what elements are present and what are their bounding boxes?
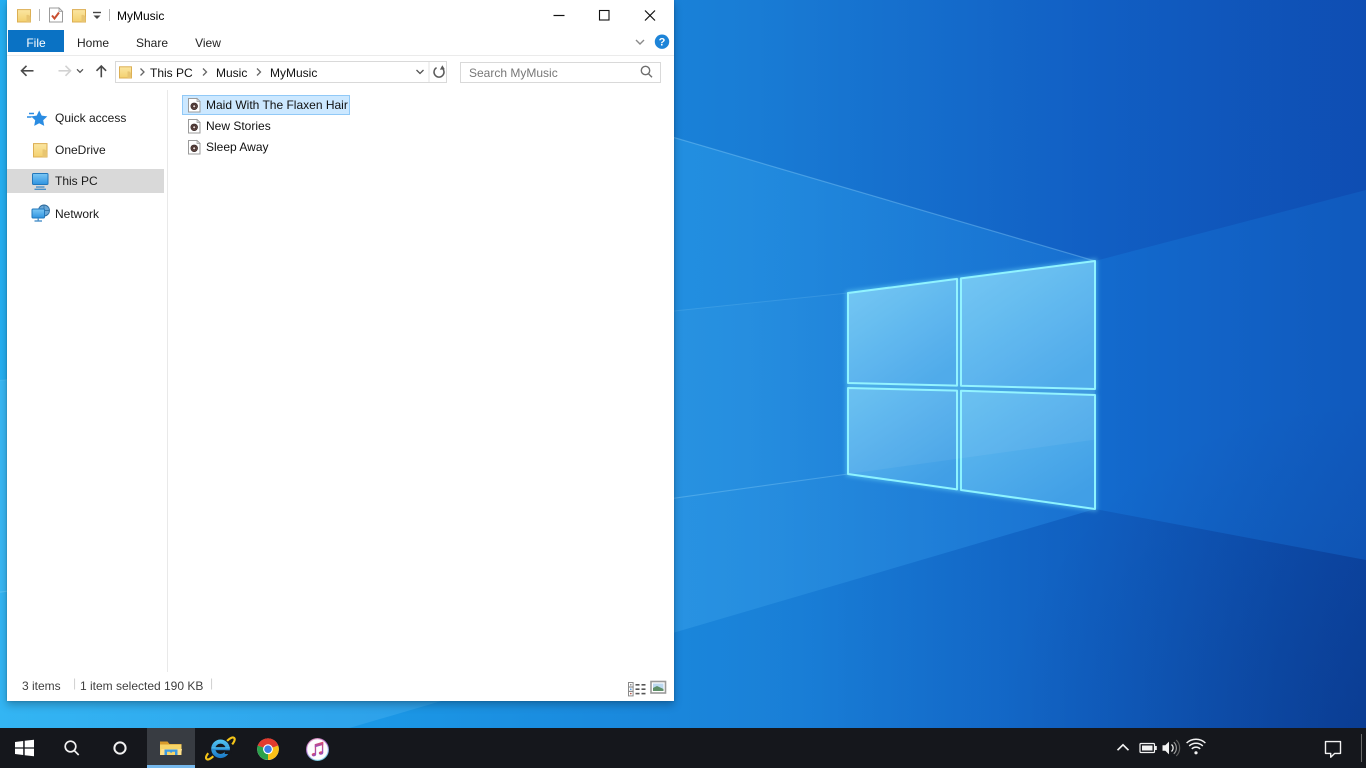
svg-text:?: ? — [659, 37, 666, 49]
